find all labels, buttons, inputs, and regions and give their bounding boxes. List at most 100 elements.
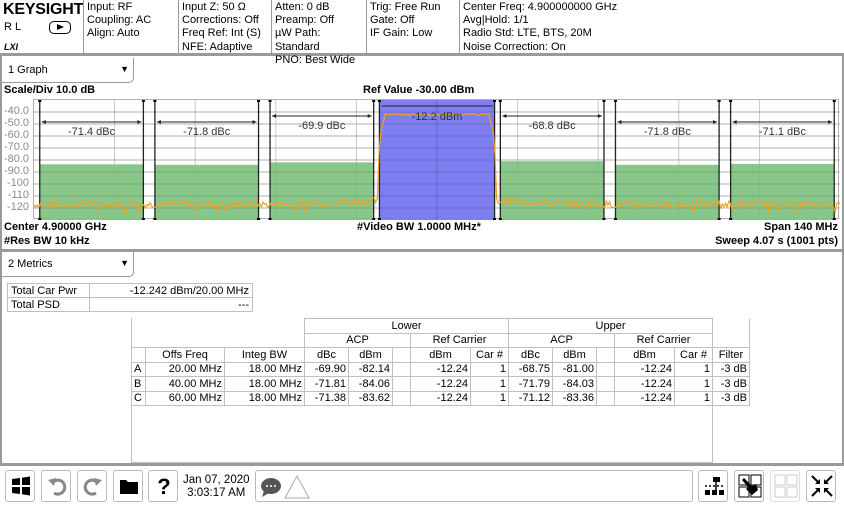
undo-button[interactable] [41, 470, 71, 502]
column-header: Car # [674, 347, 713, 363]
table-cell: -12.24 [410, 361, 471, 377]
boundary-tick [268, 100, 272, 102]
table-cell: 1 [674, 390, 713, 406]
table-row: B 40.00 MHz 18.00 MHz -71.81 -84.06 -12.24 1 -7… [131, 376, 750, 392]
boundary-tick [372, 218, 376, 220]
offset-bar--C [39, 164, 144, 220]
video-bw-label[interactable]: #Video BW 1.0000 MHz* [357, 221, 481, 233]
window-grid-button[interactable] [770, 470, 800, 502]
lower-acp-header: ACP [304, 332, 411, 348]
redo-button[interactable] [77, 470, 107, 502]
boundary-tick [153, 100, 157, 102]
column-header: Car # [470, 347, 509, 363]
boundary-tick [602, 218, 606, 220]
graph-view-dropdown[interactable]: 1 Graph ▼ [1, 58, 134, 83]
table-cell: -71.38 [304, 390, 349, 406]
help-button[interactable]: ? [148, 470, 178, 502]
column-header: Offs Freq [145, 347, 225, 363]
center-freq-setting: Center Freq: 4.900000000 GHz [463, 1, 618, 13]
boundary-tick [498, 218, 502, 220]
table-cell: -71.12 [508, 390, 553, 406]
acp-table: Lower Upper ACP Ref Carrier ACP Ref Carr… [131, 318, 750, 406]
offset-bar-+A [500, 161, 604, 220]
offset-dbc-label: -71.8 dBc [183, 126, 231, 138]
offset-bar-+B [615, 164, 720, 220]
span-label[interactable]: Span 140 MHz [764, 221, 838, 233]
y-tick-label: -110 [7, 189, 29, 201]
remote-local-indicator: R L [4, 21, 22, 33]
boundary-tick [257, 100, 261, 102]
run-single-icon[interactable] [49, 21, 71, 34]
lxi-logo: LXI [4, 42, 19, 52]
folder-icon [120, 480, 138, 494]
total-psd-label: Total PSD [7, 297, 90, 312]
boundary-tick [717, 100, 721, 102]
time-label: 3:03:17 AM [187, 487, 246, 499]
table-cell: -84.03 [552, 376, 597, 392]
upper-group-header: Upper [508, 318, 713, 334]
spectrum-plot[interactable]: -71.4 dBc -71.8 dBc -69.9 dBc -68.8 dBc -71.… [33, 99, 840, 220]
offset-dbc-label: -68.8 dBc [529, 120, 577, 132]
y-tick-label: -80.0 [3, 153, 29, 165]
header-col-corrections[interactable]: Input Z: 50 Ω Corrections: Off Freq Ref:… [178, 0, 271, 53]
table-cell: 1 [674, 361, 713, 377]
center-freq-label[interactable]: Center 4.90000 GHz [4, 221, 107, 233]
boundary-tick [268, 218, 272, 220]
column-header: Integ BW [224, 347, 305, 363]
ref-value-label[interactable]: Ref Value -30.00 dBm [363, 84, 474, 96]
table-cell: 18.00 MHz [224, 390, 305, 406]
preamp-setting: Preamp: Off [275, 14, 335, 27]
message-bubble-icon [261, 478, 281, 497]
uw-path-setting: µW Path: Standard [275, 27, 321, 53]
table-cell: -82.14 [348, 361, 393, 377]
table-cell: 1 [674, 376, 713, 392]
help-icon: ? [157, 474, 170, 498]
metrics-view-dropdown[interactable]: 2 Metrics ▼ [1, 252, 134, 277]
warning-triangle-icon [284, 474, 310, 499]
file-button[interactable] [113, 470, 143, 502]
y-tick-label: -100 [6, 177, 29, 189]
table-row: Total Car Pwr -12.242 dBm/20.00 MHz [7, 283, 253, 298]
header-col-trigger[interactable]: Trig: Free Run Gate: Off IF Gain: Low [366, 0, 459, 53]
boundary-tick [38, 100, 42, 102]
touch-button[interactable] [734, 470, 764, 502]
blank-header [131, 318, 305, 348]
boundary-tick [377, 100, 381, 102]
align-setting: Align: Auto [87, 27, 140, 40]
layout-button[interactable] [698, 470, 728, 502]
undo-icon [48, 478, 67, 496]
table-cell: 1 [470, 376, 509, 392]
column-header [131, 347, 146, 363]
y-tick-label: -70.0 [3, 141, 29, 153]
y-tick-label: -40.0 [3, 105, 29, 117]
offset-bar--B [154, 164, 259, 220]
column-header: dBm [552, 347, 597, 363]
brand-logo: KEYSIGHT [3, 1, 84, 18]
upper-ref-header: Ref Carrier [614, 332, 713, 348]
column-header: dBm [614, 347, 675, 363]
sweep-label[interactable]: Sweep 4.07 s (1001 pts) [715, 235, 838, 247]
boundary-tick [613, 218, 617, 220]
y-tick-label: -60.0 [3, 129, 29, 141]
table-cell [596, 361, 615, 377]
offset-dbc-label: -71.4 dBc [68, 126, 116, 138]
lower-group-header: Lower [304, 318, 509, 334]
message-area[interactable] [255, 470, 693, 502]
spectrum-svg: -71.4 dBc -71.8 dBc -69.9 dBc -68.8 dBc -71.… [34, 100, 840, 220]
header-col-atten[interactable]: Atten: 0 dB Preamp: Off µW Path: Standar… [271, 0, 366, 66]
column-header: Filter [712, 347, 750, 363]
freq-ref-setting: Freq Ref: Int (S) [182, 27, 261, 40]
logo-cell: KEYSIGHT R L LXI [0, 0, 83, 53]
boundary-tick [493, 218, 497, 220]
offset-dbc-label: -71.8 dBc [644, 126, 692, 138]
minimize-view-button[interactable] [806, 470, 836, 502]
atten-setting: Atten: 0 dB [275, 1, 330, 13]
offset-dbc-label: -69.9 dBc [298, 120, 346, 132]
table-cell [596, 376, 615, 392]
offset-bar--A [270, 162, 374, 220]
res-bw-label[interactable]: #Res BW 10 kHz [4, 235, 90, 247]
table-cell: 60.00 MHz [145, 390, 225, 406]
windows-button[interactable] [5, 470, 35, 502]
header-col-input[interactable]: Input: RF Coupling: AC Align: Auto [83, 0, 178, 53]
header-col-freq[interactable]: Center Freq: 4.900000000 GHz Avg|Hold: 1… [459, 0, 844, 53]
